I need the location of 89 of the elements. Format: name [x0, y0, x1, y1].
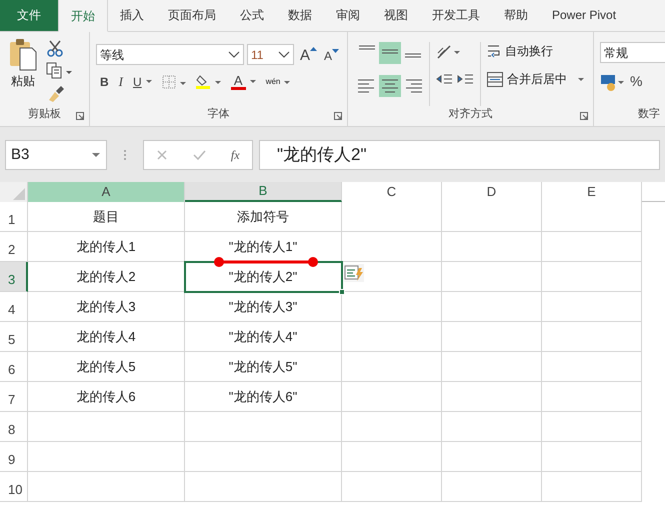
table-cell: 龙的传人5: [28, 352, 185, 382]
decrease-font-button[interactable]: A: [324, 48, 340, 62]
ribbon-tab[interactable]: 开始: [58, 0, 108, 32]
merge-center-button[interactable]: 合并后居中: [487, 70, 585, 88]
merge-cells-icon[interactable]: [487, 72, 503, 86]
fill-color-icon[interactable]: [196, 73, 221, 90]
table-cell: 龙的传人6: [28, 382, 185, 412]
row-header[interactable]: 2: [0, 232, 28, 262]
ribbon-tab[interactable]: 文件: [0, 0, 58, 31]
paste-button[interactable]: 粘贴: [11, 72, 35, 90]
dialog-launcher-icon[interactable]: [580, 112, 588, 120]
column-header[interactable]: B: [185, 182, 342, 202]
ribbon-tab[interactable]: 页面布局: [156, 0, 228, 31]
borders-icon[interactable]: [162, 74, 186, 88]
insert-function-button[interactable]: fx: [230, 146, 240, 164]
dialog-launcher-icon[interactable]: [334, 112, 342, 120]
row-header[interactable]: 4: [0, 292, 28, 322]
table-cell: 龙的传人3: [28, 292, 185, 322]
font-name-dropdown[interactable]: 等线: [96, 44, 244, 65]
row-header[interactable]: 7: [0, 382, 28, 412]
row-header[interactable]: 8: [0, 412, 28, 442]
group-label: 对齐方式: [448, 106, 494, 122]
wrap-text-icon[interactable]: [487, 43, 501, 59]
ribbon-tab[interactable]: 插入: [108, 0, 156, 31]
chevron-down-icon[interactable]: [278, 50, 290, 59]
row-header[interactable]: 6: [0, 352, 28, 382]
formula-input[interactable]: "龙的传人2": [259, 140, 660, 170]
increase-font-button[interactable]: A: [300, 46, 318, 63]
row-header[interactable]: 10: [0, 472, 28, 502]
table-cell: 龙的传人4: [28, 322, 185, 352]
table-cell: "龙的传人6": [185, 382, 342, 412]
row-header[interactable]: 3: [0, 262, 28, 292]
decrease-indent-icon[interactable]: [436, 72, 453, 86]
italic-button[interactable]: I: [118, 75, 124, 88]
ribbon-tab[interactable]: 视图: [372, 0, 420, 31]
selected-cell[interactable]: "龙的传人2": [185, 262, 342, 292]
font-color-button[interactable]: A: [230, 74, 246, 90]
align-icon[interactable]: [379, 42, 401, 64]
table-cell: "龙的传人3": [185, 292, 342, 322]
fill-handle[interactable]: [339, 289, 345, 295]
dropdown-arrow-icon[interactable]: [250, 80, 256, 83]
ribbon-tab[interactable]: Power Pivot: [540, 0, 628, 31]
format-painter-icon[interactable]: [46, 84, 64, 102]
copy-icon[interactable]: [46, 62, 73, 79]
ribbon-tab[interactable]: 帮助: [492, 0, 540, 31]
dropdown-arrow-icon[interactable]: [283, 78, 292, 84]
column-header[interactable]: C: [342, 182, 442, 202]
underline-button[interactable]: U: [133, 76, 142, 88]
table-cell: 题目: [28, 202, 185, 232]
cut-icon[interactable]: [46, 40, 64, 57]
flash-fill-icon[interactable]: [344, 264, 364, 282]
phonetic-guide-label: wén: [266, 78, 280, 86]
column-header[interactable]: D: [442, 182, 542, 202]
ribbon-tab[interactable]: 数据: [276, 0, 324, 31]
percent-button[interactable]: %: [630, 71, 642, 92]
dropdown-arrow-icon[interactable]: [577, 76, 585, 82]
row-header[interactable]: 9: [0, 442, 28, 472]
paste-icon[interactable]: [8, 38, 38, 72]
table-cell: 添加符号: [185, 202, 342, 232]
number-format-field[interactable]: 常规: [600, 42, 665, 63]
ribbon-tab[interactable]: 开发工具: [420, 0, 492, 31]
table-cell: "龙的传人4": [185, 322, 342, 352]
row-header[interactable]: 5: [0, 322, 28, 352]
table-cell: 龙的传人1: [28, 232, 185, 262]
font-size-dropdown[interactable]: 11: [247, 44, 294, 65]
bold-button[interactable]: B: [100, 76, 109, 88]
group-label: 剪贴板: [27, 106, 62, 122]
table-cell: 龙的传人2: [28, 262, 185, 292]
dropdown-arrow-icon[interactable]: [146, 80, 152, 83]
wrap-text-button[interactable]: 自动换行: [487, 42, 585, 60]
ribbon-tab[interactable]: 审阅: [324, 0, 372, 31]
group-label: 数字: [637, 106, 661, 122]
orientation-icon[interactable]: [436, 44, 460, 60]
caret-icon[interactable]: [332, 48, 340, 52]
ribbon-tab[interactable]: 公式: [228, 0, 276, 31]
caret-icon[interactable]: [310, 46, 318, 51]
name-box[interactable]: B3: [5, 140, 107, 170]
group-label: 字体: [206, 106, 230, 122]
increase-indent-icon[interactable]: [457, 72, 474, 86]
align-icon[interactable]: [379, 75, 401, 97]
table-cell: "龙的传人5": [185, 352, 342, 382]
chevron-down-icon[interactable]: [228, 50, 240, 59]
column-header[interactable]: E: [542, 182, 642, 202]
dropdown-arrow-icon[interactable]: [91, 152, 101, 158]
row-header[interactable]: 1: [0, 202, 28, 232]
dialog-launcher-icon[interactable]: [76, 112, 84, 120]
column-header[interactable]: A: [28, 182, 185, 202]
currency-format-icon[interactable]: [600, 72, 624, 90]
color-bar-icon[interactable]: [230, 86, 246, 90]
